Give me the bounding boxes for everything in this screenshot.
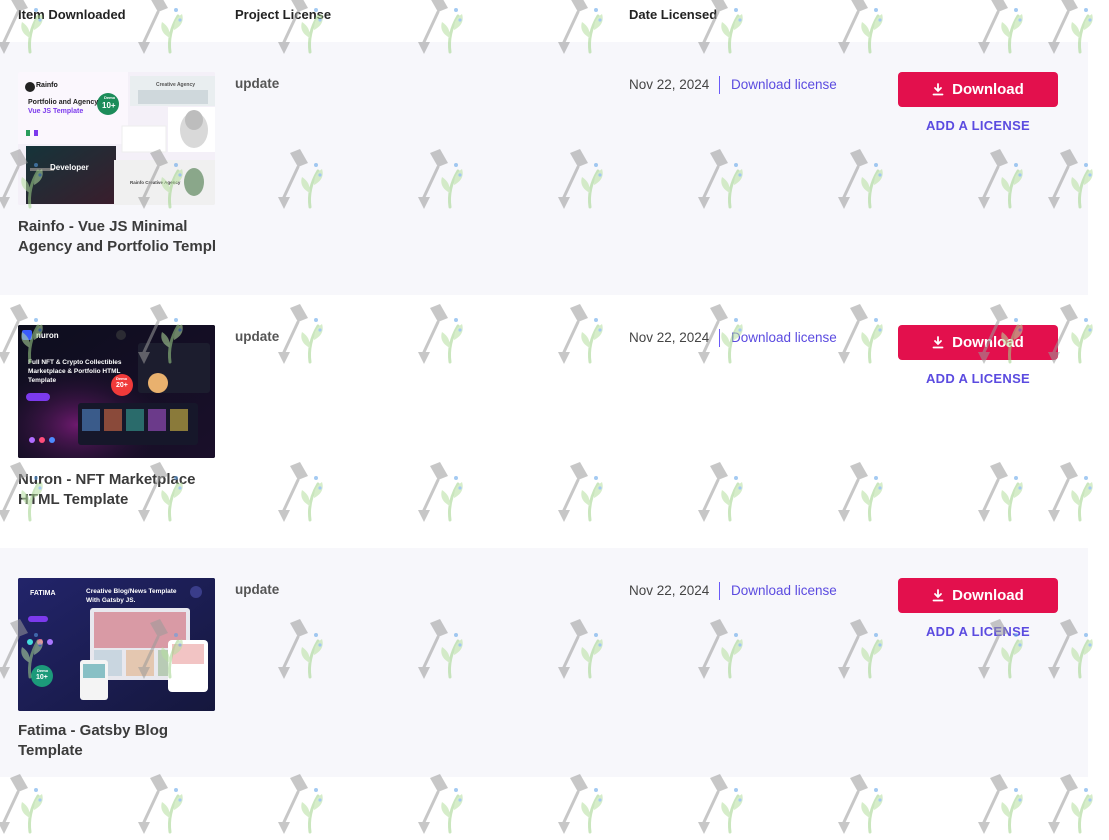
thumb-line3: Template	[28, 377, 57, 384]
header-date-licensed: Date Licensed	[629, 7, 718, 22]
project-license: update	[235, 76, 280, 91]
thumb-badge: 20+	[116, 382, 128, 389]
thumb-badge-label: Demo	[104, 95, 116, 100]
thumb-badge: 10+	[102, 101, 116, 110]
shovel-plant-watermark-icon	[278, 774, 323, 834]
item-thumbnail[interactable]: FATIMA Creative Blog/News Template With …	[18, 578, 215, 711]
shovel-plant-watermark-icon	[838, 774, 883, 834]
table-row: Rainfo Portfolio and Agency Vue JS Templ…	[0, 42, 1088, 295]
item-title[interactable]: Fatima - Gatsby Blog Template	[18, 721, 218, 761]
thumb-sub: Rainfo Creative Agency	[130, 180, 181, 185]
download-license-link[interactable]: Download license	[731, 582, 837, 600]
table-header: Item Downloaded Project License Date Lic…	[0, 0, 1088, 42]
download-icon	[932, 336, 944, 349]
shovel-plant-watermark-icon	[1048, 774, 1093, 834]
date-licensed: Nov 22, 2024	[629, 76, 721, 94]
add-license-link[interactable]: ADD A LICENSE	[898, 118, 1058, 133]
date-licensed: Nov 22, 2024	[629, 329, 721, 347]
shovel-plant-watermark-icon	[0, 774, 43, 834]
project-license: update	[235, 329, 280, 344]
download-icon	[932, 83, 944, 96]
thumb-line1: Creative Blog/News Template	[86, 588, 177, 595]
shovel-plant-watermark-icon	[418, 774, 463, 834]
add-license-link[interactable]: ADD A LICENSE	[898, 371, 1058, 386]
thumb-line2: With Gatsby JS.	[86, 597, 136, 604]
date-licensed: Nov 22, 2024	[629, 582, 721, 600]
table-row: FATIMA Creative Blog/News Template With …	[0, 548, 1088, 777]
project-license: update	[235, 582, 280, 597]
header-item-downloaded: Item Downloaded	[18, 7, 126, 22]
thumb-hero: Developer	[50, 163, 89, 172]
download-icon	[932, 589, 944, 602]
header-project-license: Project License	[235, 7, 332, 22]
thumb-badge: 10+	[36, 674, 48, 681]
thumb-line1: Portfolio and Agency	[28, 99, 99, 106]
download-button[interactable]: Download	[898, 325, 1058, 360]
thumb-brand: nuron	[36, 331, 59, 340]
thumb-tag: Creative Agency	[156, 82, 195, 88]
thumb-line2: Marketplace & Portfolio HTML	[28, 368, 121, 375]
download-button[interactable]: Download	[898, 72, 1058, 107]
thumb-line2: Vue JS Template	[28, 108, 84, 115]
add-license-link[interactable]: ADD A LICENSE	[898, 624, 1058, 639]
download-button[interactable]: Download	[898, 578, 1058, 613]
item-title[interactable]: Nuron - NFT Marketplace HTML Template	[18, 470, 218, 510]
table-row: nuron Full NFT & Crypto Collectibles Mar…	[0, 295, 1088, 548]
download-license-link[interactable]: Download license	[731, 329, 837, 347]
shovel-plant-watermark-icon	[558, 774, 603, 834]
thumb-badge-label: Demo	[37, 668, 49, 673]
download-button-label: Download	[952, 587, 1024, 604]
item-thumbnail[interactable]: Rainfo Portfolio and Agency Vue JS Templ…	[18, 72, 215, 205]
thumb-line1: Full NFT & Crypto Collectibles	[28, 359, 122, 366]
shovel-plant-watermark-icon	[978, 774, 1023, 834]
download-button-label: Download	[952, 81, 1024, 98]
shovel-plant-watermark-icon	[698, 774, 743, 834]
item-title[interactable]: Rainfo - Vue JS Minimal Agency and Portf…	[18, 217, 218, 257]
thumb-badge-label: Demo	[116, 376, 128, 381]
download-button-label: Download	[952, 334, 1024, 351]
thumb-brand: Rainfo	[36, 82, 58, 89]
item-thumbnail[interactable]: nuron Full NFT & Crypto Collectibles Mar…	[18, 325, 215, 458]
thumb-brand: FATIMA	[30, 590, 56, 597]
download-license-link[interactable]: Download license	[731, 76, 837, 94]
shovel-plant-watermark-icon	[138, 774, 183, 834]
